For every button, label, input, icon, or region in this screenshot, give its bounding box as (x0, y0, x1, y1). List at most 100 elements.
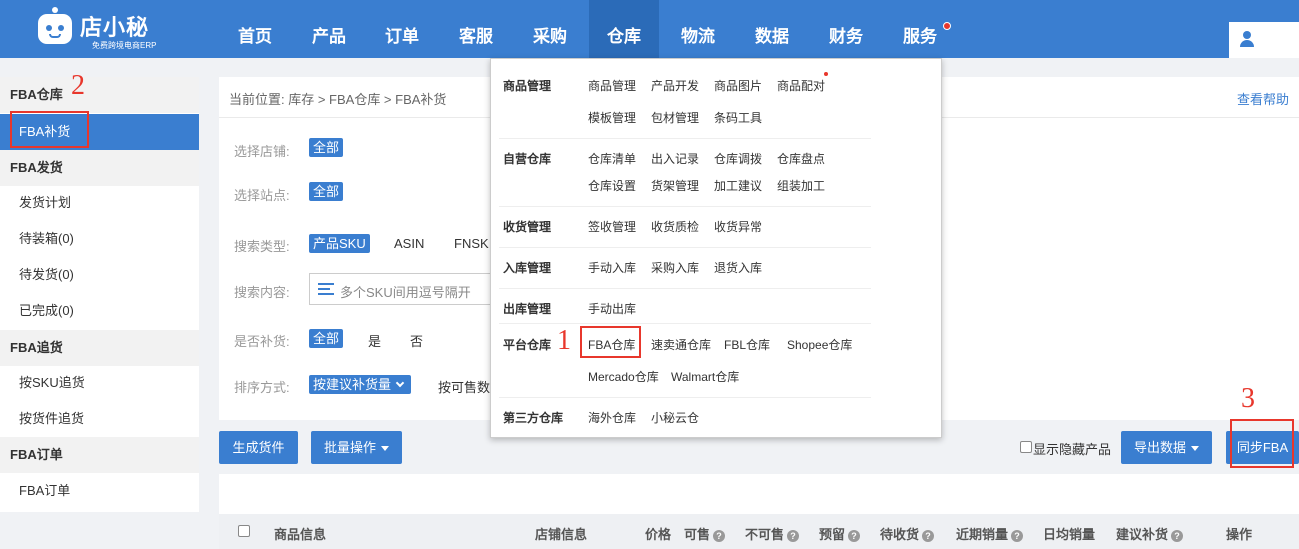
help-icon[interactable]: ? (787, 529, 800, 542)
search-type-fnsku[interactable]: FNSK (454, 236, 489, 251)
sort-dropdown[interactable]: 按建议补货量 (309, 375, 412, 394)
dd-link-aliexpress-warehouse[interactable]: 速卖通仓库 (651, 336, 711, 353)
sidebar-item-to-pack[interactable]: 待装箱(0) (0, 221, 199, 257)
logo[interactable]: 店小秘 免费跨境电商ERP (38, 7, 198, 52)
nav-warehouse[interactable]: 仓库 (589, 0, 659, 58)
help-icon[interactable]: ? (1171, 529, 1184, 542)
sidebar-group-fba-tracking: FBA追货 (0, 330, 199, 366)
sidebar-item-shipping-plan[interactable]: 发货计划 (0, 185, 199, 221)
dd-link-product-mgmt[interactable]: 商品管理 (588, 77, 636, 94)
sidebar-group-fba-orders: FBA订单 (0, 437, 199, 473)
dd-link-warehouse-transfer[interactable]: 仓库调拨 (714, 150, 762, 167)
col-inbound-label: 待收货 (880, 527, 920, 542)
dd-link-barcode-tool[interactable]: 条码工具 (714, 109, 762, 126)
replenish-no[interactable]: 否 (410, 331, 423, 350)
nav-purchasing[interactable]: 采购 (521, 0, 579, 58)
help-link[interactable]: 查看帮助 (1237, 89, 1289, 108)
col-inbound: 待收货? (880, 524, 935, 543)
site-all-tag[interactable]: 全部 (309, 182, 344, 201)
dd-link-product-dev[interactable]: 产品开发 (651, 77, 699, 94)
user-icon (1239, 31, 1255, 47)
new-badge-dot (824, 72, 828, 76)
col-daily-sales: 日均销量 (1043, 527, 1096, 542)
chevron-down-icon (395, 378, 405, 388)
dd-link-inventory-count[interactable]: 仓库盘点 (777, 150, 825, 167)
user-menu[interactable] (1229, 22, 1299, 58)
nav-logistics[interactable]: 物流 (669, 0, 727, 58)
sidebar-item-fba-orders[interactable]: FBA订单 (0, 473, 199, 509)
search-type-asin[interactable]: ASIN (394, 236, 424, 251)
help-icon[interactable]: ? (1011, 529, 1024, 542)
dd-link-in-out-records[interactable]: 出入记录 (651, 150, 699, 167)
batch-operation-button[interactable]: 批量操作 (311, 431, 402, 464)
nav-finance[interactable]: 财务 (817, 0, 875, 58)
dd-divider (499, 138, 871, 139)
dd-link-product-pairing[interactable]: 商品配对 (777, 77, 825, 94)
dd-link-sign-mgmt[interactable]: 签收管理 (588, 218, 636, 235)
export-data-button[interactable]: 导出数据 (1121, 431, 1212, 464)
dd-link-return-inbound[interactable]: 退货入库 (714, 259, 762, 276)
store-all-tag[interactable]: 全部 (309, 138, 344, 157)
dd-link-manual-outbound[interactable]: 手动出库 (588, 300, 636, 317)
nav-data[interactable]: 数据 (743, 0, 801, 58)
annotation-box-sync-fba (1230, 419, 1294, 468)
col-actions: 操作 (1226, 527, 1253, 542)
dd-link-shopee-warehouse[interactable]: Shopee仓库 (787, 336, 852, 353)
help-icon[interactable]: ? (713, 529, 726, 542)
dd-link-fbl-warehouse[interactable]: FBL仓库 (724, 336, 770, 353)
replenish-yes[interactable]: 是 (368, 331, 381, 350)
nav-products[interactable]: 产品 (300, 0, 358, 58)
dd-divider (499, 206, 871, 207)
dd-link-assembly[interactable]: 组装加工 (777, 177, 825, 194)
dd-link-manual-inbound[interactable]: 手动入库 (588, 259, 636, 276)
sidebar-item-completed[interactable]: 已完成(0) (0, 293, 199, 329)
dd-link-purchase-inbound[interactable]: 采购入库 (651, 259, 699, 276)
col-recent-sales-label: 近期销量 (956, 527, 1009, 542)
dd-link-processing-advice[interactable]: 加工建议 (714, 177, 762, 194)
dd-link-warehouse-settings[interactable]: 仓库设置 (588, 177, 636, 194)
dd-link-walmart-warehouse[interactable]: Walmart仓库 (671, 368, 739, 385)
search-input[interactable]: 多个SKU间用逗号隔开 (309, 273, 509, 305)
logo-title: 店小秘 (80, 15, 150, 40)
nav-services[interactable]: 服务 (891, 0, 949, 58)
batch-label: 批量操作 (323, 440, 376, 455)
col-suggested-label: 建议补货 (1116, 527, 1169, 542)
show-hidden-checkbox[interactable] (1020, 441, 1032, 453)
nav-orders[interactable]: 订单 (373, 0, 431, 58)
col-recent-sales: 近期销量? (956, 524, 1024, 543)
dd-link-xiaomi-cloud[interactable]: 小秘云仓 (651, 409, 699, 426)
nav-home[interactable]: 首页 (226, 0, 284, 58)
dd-divider (499, 397, 871, 398)
nav-customer-service[interactable]: 客服 (447, 0, 505, 58)
sidebar-item-track-by-shipment[interactable]: 按货件追货 (0, 401, 199, 437)
dd-link-product-images[interactable]: 商品图片 (714, 77, 762, 94)
dd-link-warehouse-list[interactable]: 仓库清单 (588, 150, 636, 167)
col-price: 价格 (645, 527, 672, 542)
logo-subtitle: 免费跨境电商ERP (92, 41, 157, 50)
generate-shipment-button[interactable]: 生成货件 (219, 431, 298, 464)
help-icon[interactable]: ? (848, 529, 861, 542)
dd-link-template-mgmt[interactable]: 模板管理 (588, 109, 636, 126)
col-reserved-label: 预留 (819, 527, 846, 542)
sort-by-sellable[interactable]: 按可售数 (438, 377, 490, 396)
dd-link-shelf-mgmt[interactable]: 货架管理 (651, 177, 699, 194)
search-type-sku-tag[interactable]: 产品SKU (309, 234, 370, 253)
dd-link-overseas-warehouse[interactable]: 海外仓库 (588, 409, 636, 426)
breadcrumb: 当前位置: 库存 > FBA仓库 > FBA补货 (229, 92, 447, 107)
table-header: 商品信息 店铺信息 价格 可售? 不可售? 预留? 待收货? 近期销量? 日均销… (219, 514, 1299, 549)
dd-link-receiving-qc[interactable]: 收货质检 (651, 218, 699, 235)
table-top-area (219, 474, 1299, 514)
replenish-all-tag[interactable]: 全部 (309, 329, 344, 348)
sidebar-item-to-ship[interactable]: 待发货(0) (0, 257, 199, 293)
select-all-checkbox[interactable] (238, 525, 250, 537)
dd-link-receiving-exceptions[interactable]: 收货异常 (714, 218, 762, 235)
caret-down-icon (381, 446, 389, 452)
sort-label: 排序方式: (234, 380, 290, 395)
caret-down-icon (1191, 446, 1199, 452)
dd-link-packaging-mgmt[interactable]: 包材管理 (651, 109, 699, 126)
help-icon[interactable]: ? (922, 529, 935, 542)
replenish-label: 是否补货: (234, 334, 290, 349)
dd-link-mercado-warehouse[interactable]: Mercado仓库 (588, 368, 659, 385)
dd-section-outbound: 出库管理 (503, 302, 552, 316)
sidebar-item-track-by-sku[interactable]: 按SKU追货 (0, 365, 199, 401)
